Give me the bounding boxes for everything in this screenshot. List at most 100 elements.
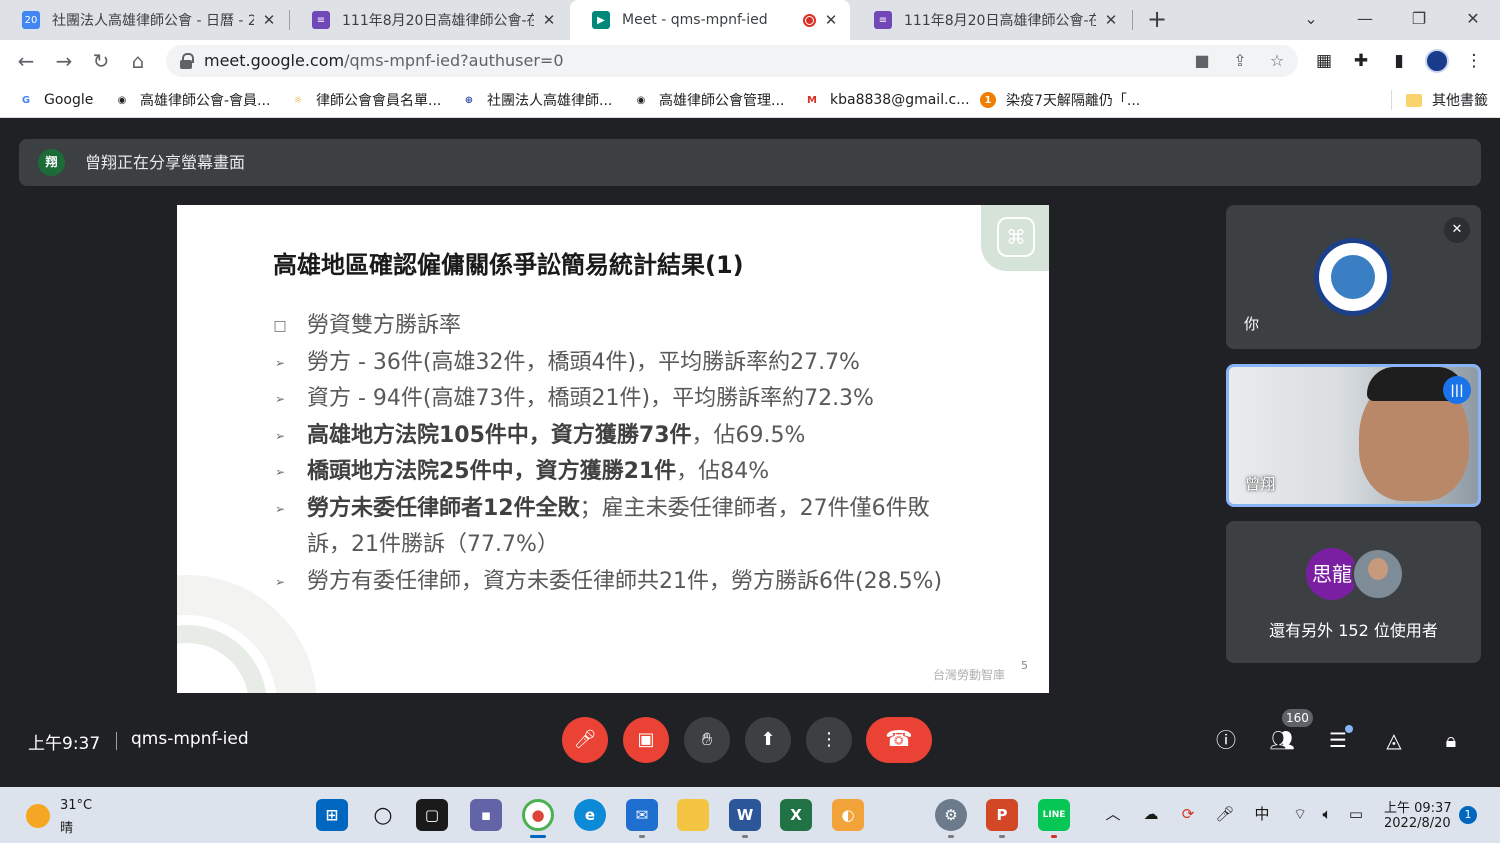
battery-icon[interactable]: ▭ <box>1345 803 1367 825</box>
bookmark-label: 社團法人高雄律師... <box>487 93 613 109</box>
forms-icon: ≡ <box>874 11 892 29</box>
powerpoint-button[interactable]: P <box>986 799 1018 831</box>
more-options-button[interactable]: ⋮ <box>806 717 852 763</box>
mic-toggle-button[interactable]: 🎤︎ <box>562 717 608 763</box>
notification-badge[interactable]: 1 <box>1459 806 1477 824</box>
chrome-taskbar-button[interactable]: ● <box>522 799 554 831</box>
bookmark-gmail[interactable]: Mkba8838@gmail.c... <box>804 82 970 118</box>
bookmark-item[interactable]: ◉ 高雄律師公會管理... <box>633 82 785 118</box>
lock-icon[interactable] <box>180 53 194 69</box>
arrow-bullet-icon: ➢ <box>274 465 286 479</box>
settings-button[interactable]: ⚙ <box>935 799 967 831</box>
restore-button[interactable]: ❐ <box>1404 6 1434 32</box>
slide-corner-tab: ⌘ <box>981 205 1049 271</box>
excel-button[interactable]: X <box>780 799 812 831</box>
side-panel-icon[interactable]: ▮ <box>1388 50 1410 72</box>
new-tab-button[interactable]: + <box>1145 7 1169 32</box>
bookmark-google[interactable]: G Google <box>18 82 93 118</box>
app-button[interactable]: ◐ <box>832 799 864 831</box>
profile-avatar[interactable] <box>1425 49 1449 73</box>
slide-bullet-list: □ 勞資雙方勝訴率 ➢ 勞方 - 36件(高雄32件，橋頭4件)，平均勝訴率約27.… <box>273 308 943 600</box>
participant-tile-self[interactable]: ✕ 你 <box>1226 205 1481 349</box>
running-indicator <box>948 835 954 838</box>
tray-overflow-icon[interactable]: ︿ <box>1102 803 1124 825</box>
bookmark-label: 染疫7天解隔離仍「... <box>1006 93 1141 109</box>
seal-icon: ⊕ <box>464 94 474 106</box>
activities-button[interactable]: ◬ <box>1379 725 1409 755</box>
search-button[interactable]: ○ <box>367 799 399 831</box>
bookmark-star-icon[interactable]: ☆ <box>1267 51 1287 71</box>
host-controls-button[interactable]: 🔒︎ <box>1436 725 1466 755</box>
tab-form-2[interactable]: ≡ 111年8月20日高雄律師公會-在 ✕ <box>852 0 1130 40</box>
bookmark-item[interactable]: ☼ 律師公會會員名單... <box>290 82 442 118</box>
menu-icon[interactable]: ⋮ <box>1463 50 1485 72</box>
camera-off-icon: ▣ <box>637 729 655 750</box>
address-bar[interactable]: meet.google.com/qms-mpnf-ied?authuser=0 … <box>166 45 1298 77</box>
close-icon[interactable]: ✕ <box>540 11 558 29</box>
file-explorer-button[interactable] <box>677 799 709 831</box>
cloud-icon[interactable]: ☁ <box>1140 803 1162 825</box>
present-button[interactable]: ⬆ <box>745 717 791 763</box>
square-bullet-icon: □ <box>273 318 287 334</box>
arrow-bullet-icon: ➢ <box>274 355 286 370</box>
close-icon[interactable]: ✕ <box>260 11 278 29</box>
start-button[interactable]: ⊞ <box>316 799 348 831</box>
weather-temperature[interactable]: 31°C <box>60 798 92 813</box>
minimize-button[interactable]: — <box>1350 6 1380 32</box>
people-count-badge: 160 <box>1282 709 1313 727</box>
bookmark-item[interactable]: ◉ 高雄律師公會-會員... <box>114 82 271 118</box>
taskbar-time[interactable]: 上午 09:37 <box>1384 797 1452 816</box>
edge-button[interactable]: e <box>574 799 606 831</box>
bookmark-item[interactable]: ⊕ 社團法人高雄律師... <box>461 82 613 118</box>
weather-sun-icon[interactable] <box>26 804 50 828</box>
tab-calendar[interactable]: 20 社團法人高雄律師公會 - 日曆 - 2 ✕ <box>0 0 288 40</box>
raise-hand-button[interactable]: ✋︎ <box>684 717 730 763</box>
slide-bullet-item: □ 勞資雙方勝訴率 <box>273 308 943 345</box>
slide-bullet-item: ➢ 勞方未委任律師者12件全敗；雇主未委任律師者，27件僅6件敗訴，21件勝訴（7… <box>273 491 943 564</box>
divider <box>116 732 117 750</box>
tab-search-icon[interactable]: ⌄ <box>1296 6 1326 32</box>
meeting-clock: 上午9:37 <box>28 734 101 754</box>
meeting-info-button[interactable]: ⓘ <box>1211 725 1241 755</box>
extensions-icon[interactable]: ✚ <box>1350 50 1372 72</box>
leave-call-button[interactable]: ☎︎ <box>866 717 932 763</box>
close-icon[interactable]: ✕ <box>822 11 840 29</box>
people-button[interactable]: 👥︎ <box>1267 725 1297 755</box>
shared-slide[interactable]: ⌘ 高雄地區確認僱傭關係爭訟簡易統計結果(1) □ 勞資雙方勝訴率 ➢ 勞方 - 3… <box>177 205 1049 693</box>
teams-chat-button[interactable]: ▪ <box>470 799 502 831</box>
task-view-button[interactable]: ▢ <box>416 799 448 831</box>
word-button[interactable]: W <box>729 799 761 831</box>
weather-description[interactable]: 晴 <box>60 817 73 836</box>
grid-icon[interactable]: ▦ <box>1313 50 1335 72</box>
url-text[interactable]: meet.google.com/qms-mpnf-ied?authuser=0 <box>204 45 564 77</box>
back-button[interactable]: ← <box>14 49 38 73</box>
taskbar-date[interactable]: 2022/8/20 <box>1384 816 1451 831</box>
sync-icon[interactable]: ⟳ <box>1177 803 1199 825</box>
news-icon: 1 <box>980 92 996 108</box>
present-screen-icon: ⬆ <box>760 729 776 750</box>
microphone-icon[interactable]: 🎤︎ <box>1214 803 1236 825</box>
camera-icon[interactable]: ■ <box>1192 51 1212 71</box>
wifi-icon[interactable]: ⌔ <box>1289 803 1311 825</box>
bookmark-other-folder[interactable]: 其他書籤 <box>1406 82 1488 118</box>
mail-button[interactable]: ✉ <box>626 799 658 831</box>
ime-indicator[interactable]: 中 <box>1251 803 1273 825</box>
line-button[interactable]: LINE <box>1038 799 1070 831</box>
reload-button[interactable]: ↻ <box>89 49 113 73</box>
tab-form-1[interactable]: ≡ 111年8月20日高雄律師公會-在 ✕ <box>290 0 568 40</box>
running-indicator <box>530 835 546 838</box>
camera-toggle-button[interactable]: ▣ <box>623 717 669 763</box>
arrow-bullet-icon: ➢ <box>274 574 286 589</box>
share-icon[interactable]: ⇪ <box>1230 51 1250 71</box>
tab-meet[interactable]: ▶ Meet - qms-mpnf-ied ✕ <box>570 0 850 40</box>
home-button[interactable]: ⌂ <box>126 49 150 73</box>
bookmark-item[interactable]: 1 染疫7天解隔離仍「... <box>980 82 1140 118</box>
participant-tile-others[interactable]: 思龍 還有另外 152 位使用者 <box>1226 521 1481 663</box>
participant-tile-speaker[interactable]: ||| 曾翔 <box>1226 364 1481 507</box>
tab-strip: 20 社團法人高雄律師公會 - 日曆 - 2 ✕ ≡ 111年8月20日高雄律師… <box>0 0 1500 40</box>
volume-icon[interactable]: 🔈︎ <box>1316 803 1338 825</box>
close-icon[interactable]: ✕ <box>1102 11 1120 29</box>
close-window-button[interactable]: ✕ <box>1458 6 1488 32</box>
forward-button[interactable]: → <box>52 49 76 73</box>
lock-person-icon: 🔒︎ <box>1445 728 1457 752</box>
